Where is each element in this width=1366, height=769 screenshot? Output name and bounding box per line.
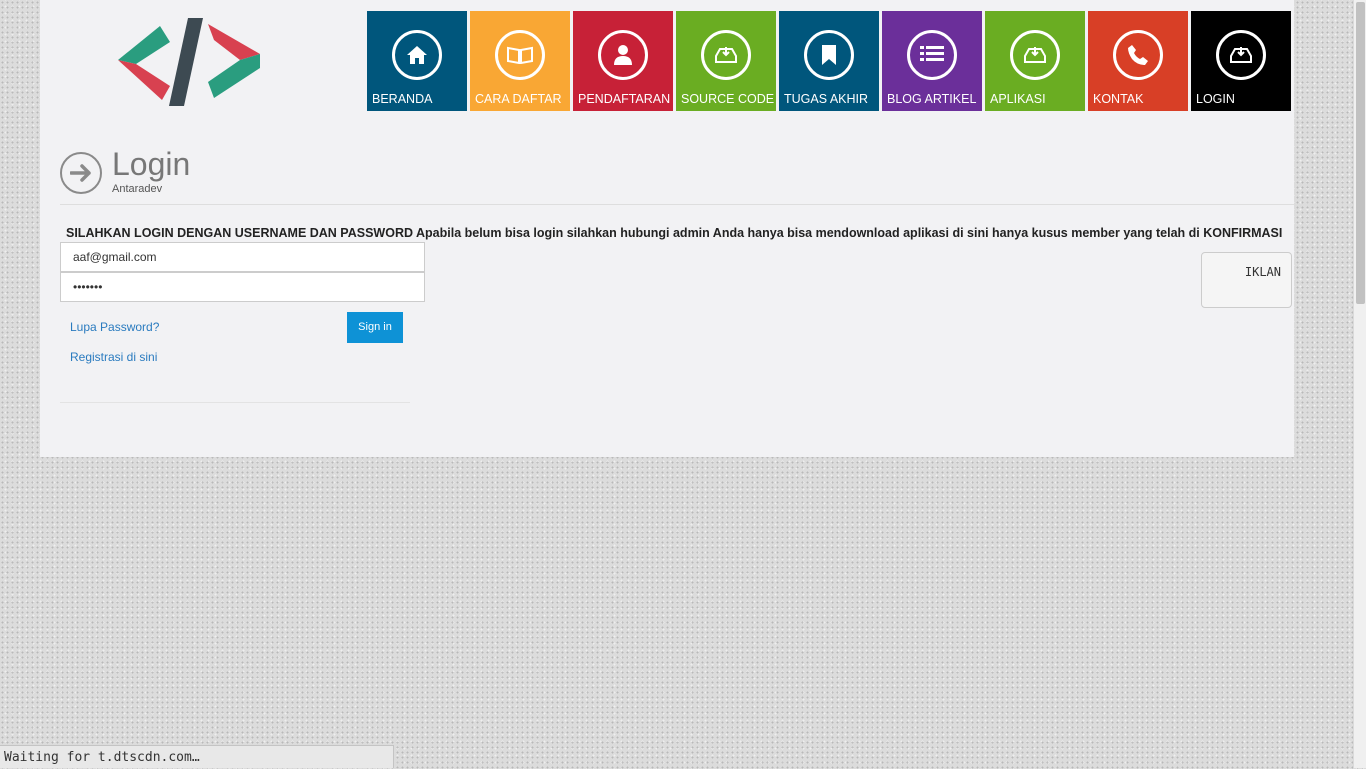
nav-label: BLOG ARTIKEL [887, 92, 977, 106]
logo-right-chevron-top [208, 24, 260, 60]
nav-label: LOGIN [1196, 92, 1235, 106]
nav-tile-source-code[interactable]: SOURCE CODE [676, 11, 776, 111]
nav-tile-cara-daftar[interactable]: CARA DAFTAR [470, 11, 570, 111]
nav-label: BERANDA [372, 92, 433, 106]
bookmark-icon [804, 30, 854, 80]
download-tray-icon [701, 30, 751, 80]
home-icon [392, 30, 442, 80]
nav-label: APLIKASI [990, 92, 1046, 106]
phone-icon [1113, 30, 1163, 80]
scrollbar-thumb[interactable] [1356, 2, 1365, 304]
nav-tile-aplikasi[interactable]: APLIKASI [985, 11, 1085, 111]
logo-right-chevron-bottom [208, 54, 260, 98]
nav-tile-kontak[interactable]: KONTAK [1088, 11, 1188, 111]
divider [60, 204, 1294, 205]
user-icon [598, 30, 648, 80]
page-subtitle: Antaradev [112, 183, 163, 195]
logo-slash [169, 18, 203, 106]
nav-tile-tugas-akhir[interactable]: TUGAS AKHIR [779, 11, 879, 111]
page-scrollbar[interactable] [1353, 0, 1366, 768]
logo-left-chevron-bottom [118, 60, 170, 100]
nav-label: CARA DAFTAR [475, 92, 562, 106]
nav-label: KONTAK [1093, 92, 1144, 106]
register-link[interactable]: Registrasi di sini [70, 350, 157, 364]
browser-status-bar: Waiting for t.dtscdn.com… [0, 745, 394, 768]
form-divider [60, 402, 410, 403]
nav-label: SOURCE CODE [681, 92, 775, 106]
arrow-right-icon [60, 152, 102, 194]
nav-label: PENDAFTARAN [578, 92, 671, 106]
login-notice: SILAHKAN LOGIN DENGAN USERNAME DAN PASSW… [66, 226, 1283, 240]
password-input[interactable]: ••••••• [60, 272, 425, 302]
nav-tile-pendaftaran[interactable]: PENDAFTARAN [573, 11, 673, 111]
page-container: BERANDA CARA DAFTAR PENDAFTARAN SOURCE C… [40, 0, 1294, 457]
ad-box: IKLAN [1201, 252, 1292, 308]
book-icon [495, 30, 545, 80]
signin-button[interactable]: Sign in [347, 312, 403, 343]
download-tray-icon [1010, 30, 1060, 80]
site-logo[interactable] [118, 16, 260, 108]
download-tray-icon [1216, 30, 1266, 80]
nav-tile-blog-artikel[interactable]: BLOG ARTIKEL [882, 11, 982, 111]
nav-tile-login[interactable]: LOGIN [1191, 11, 1291, 111]
list-icon [907, 30, 957, 80]
logo-left-chevron-top [118, 26, 170, 64]
forgot-password-link[interactable]: Lupa Password? [70, 320, 159, 334]
nav-label: TUGAS AKHIR [784, 92, 869, 106]
nav-tile-beranda[interactable]: BERANDA [367, 11, 467, 111]
email-input[interactable]: aaf@gmail.com [60, 242, 425, 272]
main-nav: BERANDA CARA DAFTAR PENDAFTARAN SOURCE C… [367, 11, 1294, 111]
page-title: Login [112, 146, 191, 182]
